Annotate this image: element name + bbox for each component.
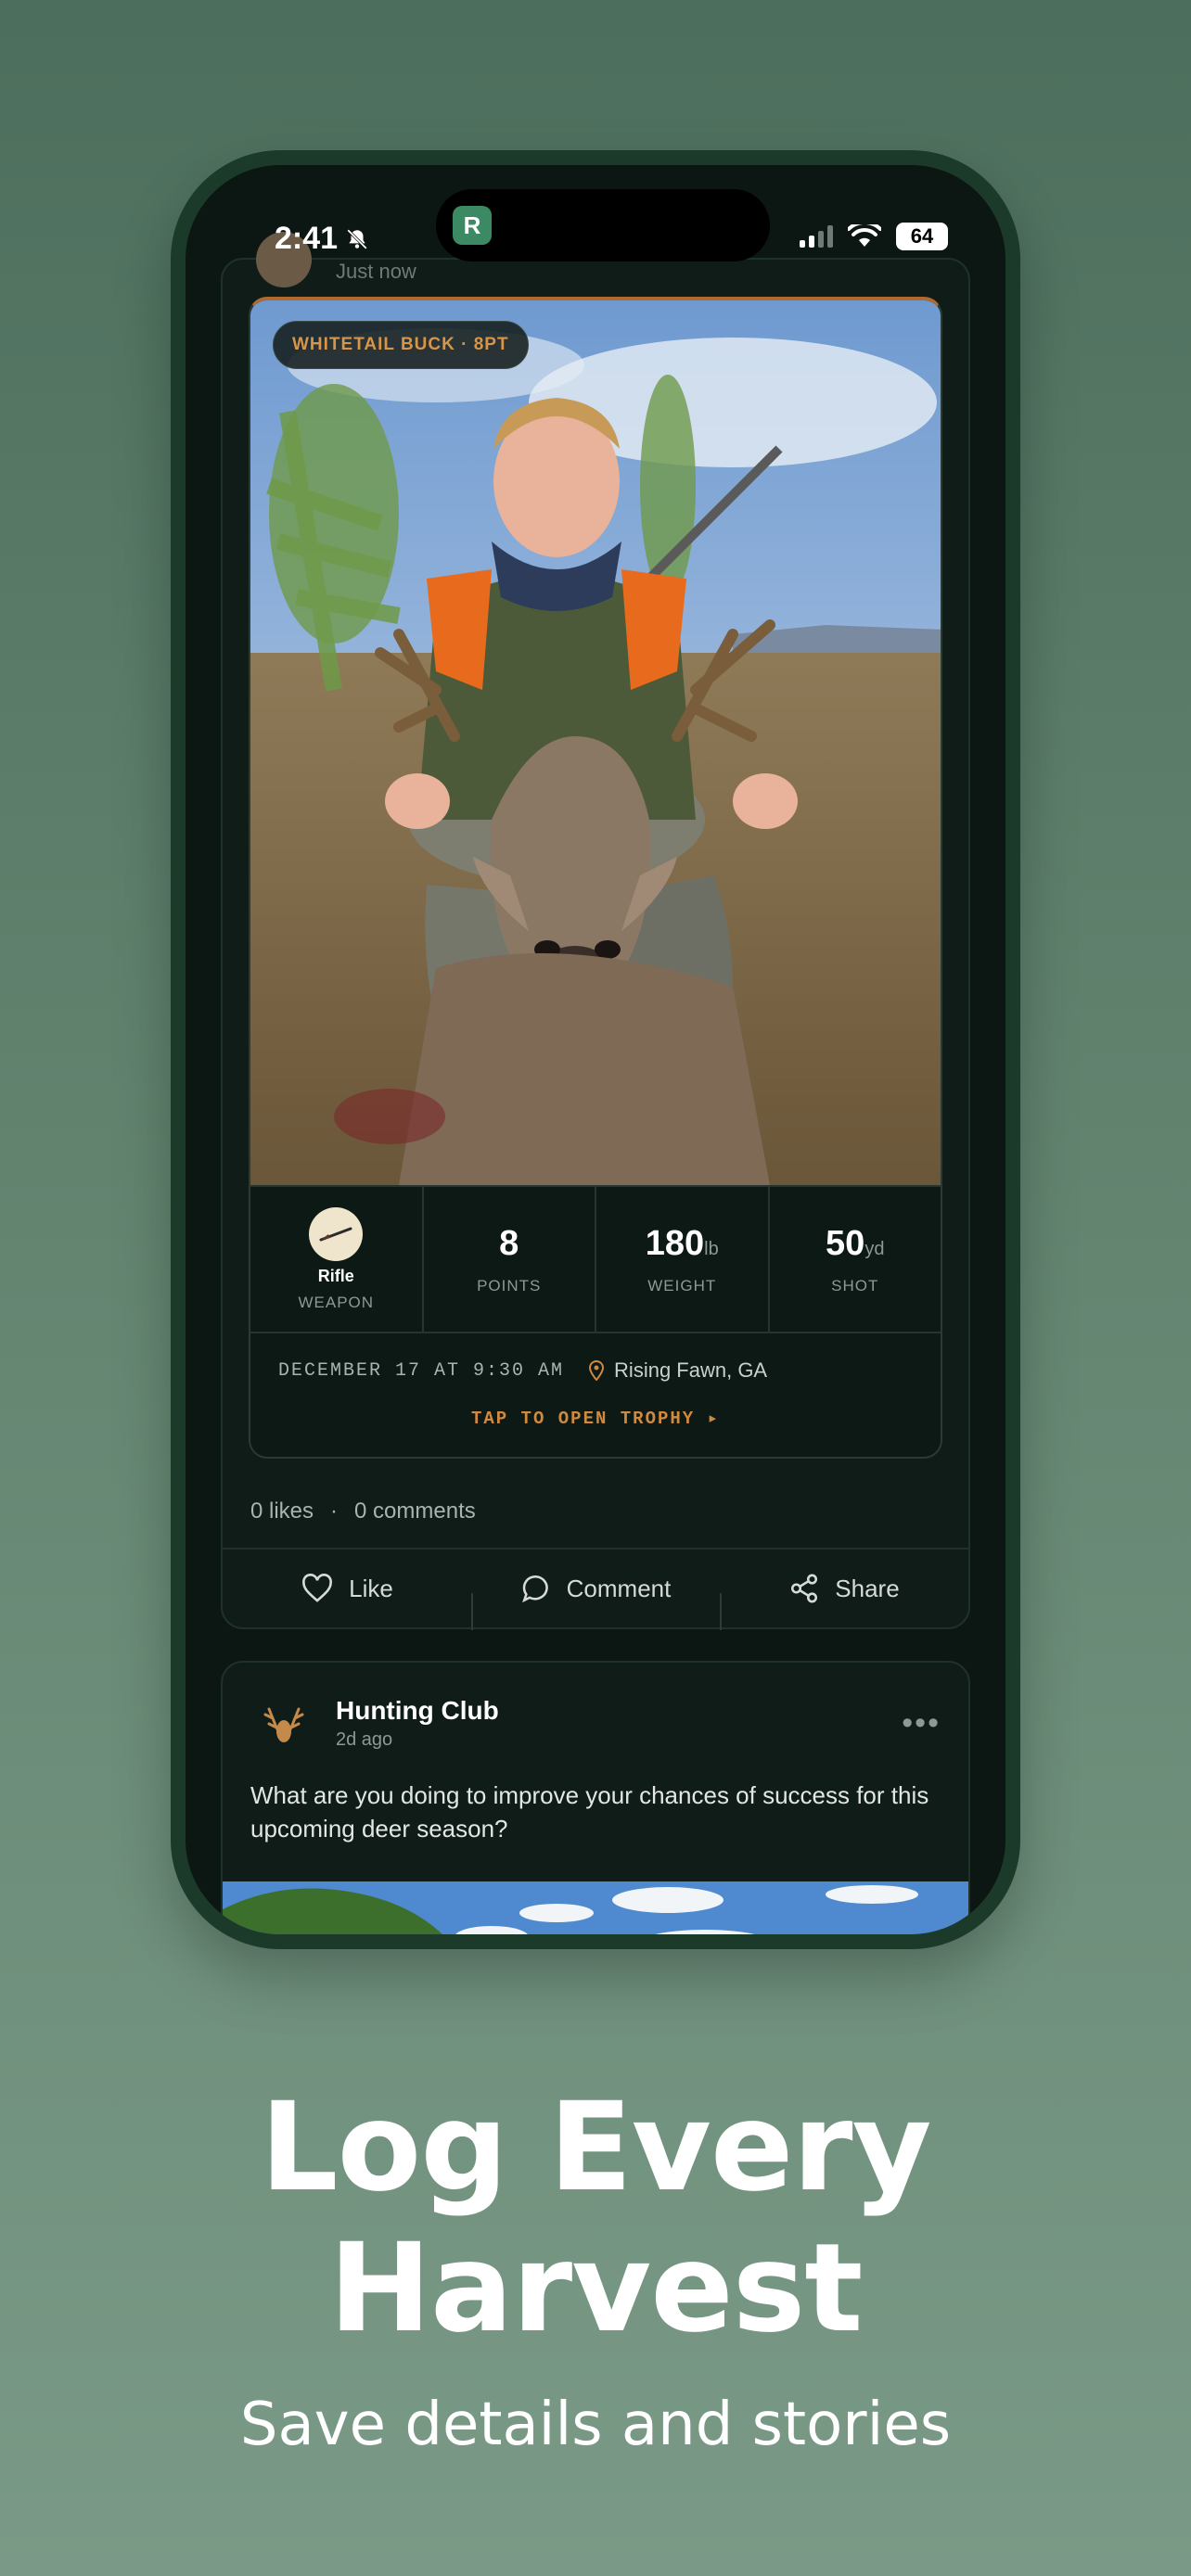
more-options-icon[interactable]: ••• bbox=[902, 1705, 941, 1741]
like-label: Like bbox=[349, 1574, 393, 1602]
stat-weight: 180lb WEIGHT bbox=[596, 1187, 770, 1332]
shot-value: 50 bbox=[826, 1223, 865, 1263]
status-time-group: 2:41 bbox=[275, 221, 369, 257]
headline: Log Every Harvest bbox=[0, 2077, 1191, 2359]
subhead: Save details and stories bbox=[239, 2391, 952, 2459]
shot-value-group: 50yd bbox=[826, 1224, 884, 1264]
weapon-name: Rifle bbox=[317, 1266, 354, 1285]
post2-author[interactable]: Hunting Club bbox=[336, 1696, 499, 1726]
weight-value-group: 180lb bbox=[646, 1224, 719, 1264]
phone-frame: 2:41 R 64 Just now WHITETAIL BUCK · 8PT … bbox=[171, 150, 1020, 1949]
post-actions: Like Comment Share bbox=[223, 1549, 968, 1630]
feed[interactable]: Just now WHITETAIL BUCK · 8PT Rifle WEAP… bbox=[221, 232, 970, 1934]
cellular-signal-icon bbox=[800, 225, 833, 248]
weapon-label: WEAPON bbox=[298, 1293, 375, 1311]
location: Rising Fawn, GA bbox=[588, 1358, 767, 1383]
location-text: Rising Fawn, GA bbox=[614, 1358, 768, 1382]
shot-unit: yd bbox=[864, 1238, 885, 1259]
comments-count[interactable]: 0 comments bbox=[354, 1498, 476, 1524]
trophy-card[interactable]: WHITETAIL BUCK · 8PT Rifle WEAPON 8 POIN… bbox=[249, 297, 942, 1459]
open-trophy-link[interactable]: TAP TO OPEN TROPHY ▸ bbox=[250, 1408, 941, 1457]
share-icon bbox=[791, 1574, 818, 1603]
weight-value: 180 bbox=[645, 1223, 705, 1263]
battery-icon: 64 bbox=[896, 223, 948, 250]
harvest-photo-art bbox=[250, 300, 941, 1185]
points-label: POINTS bbox=[477, 1276, 542, 1294]
headline-line1: Log Every bbox=[260, 2076, 931, 2219]
share-button[interactable]: Share bbox=[720, 1573, 968, 1630]
like-button[interactable]: Like bbox=[223, 1574, 471, 1603]
bell-slash-icon bbox=[347, 228, 367, 249]
phone-screen: 2:41 R 64 Just now WHITETAIL BUCK · 8PT … bbox=[186, 165, 1005, 1934]
species-badge: WHITETAIL BUCK · 8PT bbox=[273, 321, 529, 369]
weight-unit: lb bbox=[704, 1238, 719, 1259]
likes-count[interactable]: 0 likes bbox=[250, 1498, 314, 1524]
counts-separator: · bbox=[330, 1498, 339, 1524]
comment-icon bbox=[521, 1575, 548, 1603]
weight-label: WEIGHT bbox=[647, 1276, 717, 1294]
points-value: 8 bbox=[499, 1223, 519, 1263]
stat-points: 8 POINTS bbox=[424, 1187, 596, 1332]
shot-label: SHOT bbox=[831, 1276, 879, 1294]
post2-header: Hunting Club 2d ago ••• bbox=[223, 1663, 968, 1751]
status-bar: 2:41 R 64 bbox=[186, 165, 1005, 276]
app-icon: R bbox=[453, 206, 492, 245]
post2-text: What are you doing to improve your chanc… bbox=[250, 1781, 929, 1843]
post-card-hunting-club: Hunting Club 2d ago ••• What are you doi… bbox=[221, 1661, 970, 1934]
location-pin-icon bbox=[589, 1360, 605, 1381]
meta-row: DECEMBER 17 AT 9:30 AM Rising Fawn, GA bbox=[250, 1333, 941, 1408]
wifi-icon bbox=[848, 224, 881, 247]
engagement-counts: 0 likes · 0 comments bbox=[223, 1475, 968, 1549]
deer-logo-icon[interactable] bbox=[260, 1700, 308, 1748]
stat-weapon: Rifle WEAPON bbox=[250, 1187, 424, 1332]
rifle-icon bbox=[309, 1206, 364, 1261]
stats-row: Rifle WEAPON 8 POINTS 180lb WEIGHT 50yd … bbox=[250, 1185, 941, 1333]
dynamic-island: R bbox=[436, 189, 770, 261]
harvest-photo[interactable]: WHITETAIL BUCK · 8PT bbox=[250, 300, 941, 1185]
comment-label: Comment bbox=[566, 1574, 672, 1602]
share-label: Share bbox=[835, 1574, 900, 1602]
post2-photo[interactable] bbox=[223, 1881, 968, 1934]
harvest-date: DECEMBER 17 AT 9:30 AM bbox=[278, 1359, 565, 1382]
comment-button[interactable]: Comment bbox=[471, 1573, 720, 1630]
stat-shot: 50yd SHOT bbox=[770, 1187, 941, 1332]
status-indicators: 64 bbox=[800, 223, 948, 250]
post-card: Just now WHITETAIL BUCK · 8PT Rifle WEAP… bbox=[221, 232, 970, 1630]
headline-line2: Harvest bbox=[328, 2217, 864, 2360]
post2-time: 2d ago bbox=[336, 1729, 393, 1750]
post2-author-block: Hunting Club 2d ago bbox=[336, 1696, 499, 1751]
status-time: 2:41 bbox=[275, 221, 339, 256]
heart-icon bbox=[302, 1574, 333, 1602]
